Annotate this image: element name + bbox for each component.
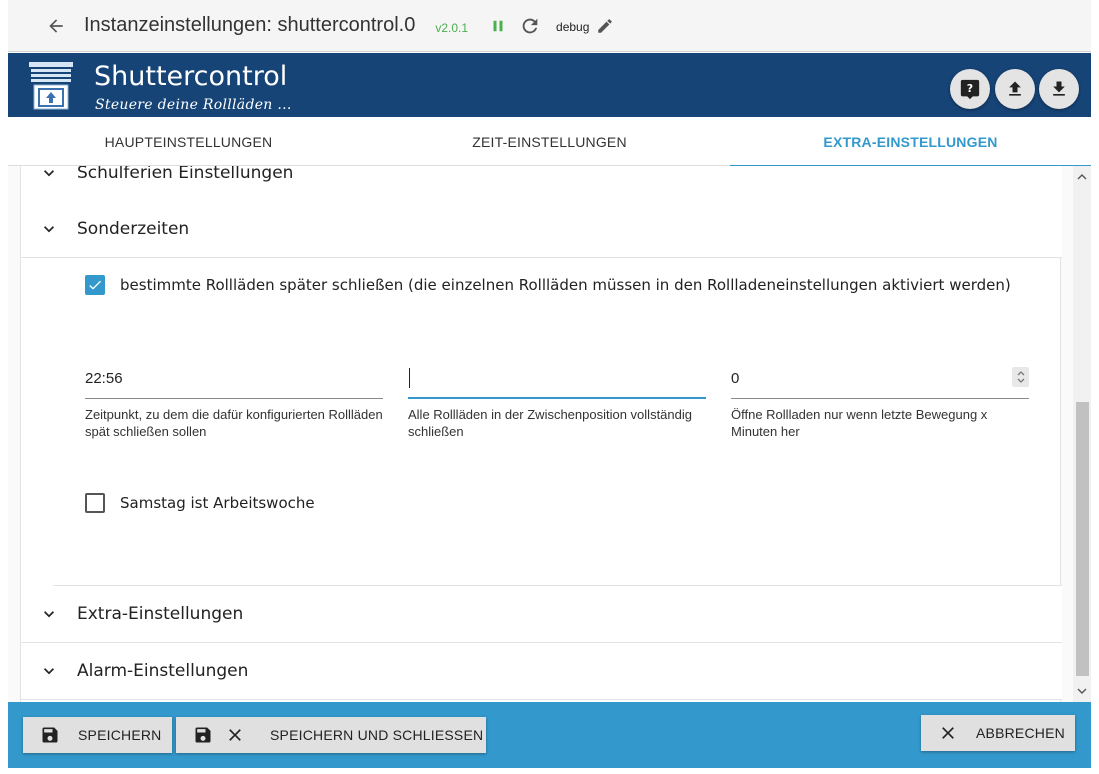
scrollbar-thumb[interactable]	[1076, 402, 1089, 676]
panel-title: Sonderzeiten	[77, 219, 190, 239]
save-and-close-button[interactable]: SPEICHERN UND SCHLIESSEN	[176, 717, 486, 753]
log-level-label: debug	[556, 19, 590, 34]
chevron-down-icon	[37, 166, 61, 185]
close-icon	[937, 722, 959, 744]
settings-content: Schulferien Einstellungen Sonderzeiten b…	[8, 166, 1091, 702]
version-badge: v2.0.1	[435, 20, 469, 35]
panel-title: Schulferien Einstellungen	[77, 166, 294, 183]
panel-alarm-einstellungen[interactable]: Alarm-Einstellungen	[21, 643, 1062, 700]
pause-icon[interactable]	[484, 12, 512, 40]
app-subtitle: Steuere deine Rollläden ...	[95, 97, 292, 113]
action-bar: SPEICHERN SPEICHERN UND SCHLIESSEN ABBRE…	[8, 702, 1091, 768]
checkmark-icon	[89, 280, 101, 290]
late-close-label: bestimmte Rollläden später schließen (di…	[120, 276, 1011, 294]
late-close-time-helper: Zeitpunkt, zu dem die dafür konfiguriert…	[85, 407, 383, 439]
edit-pencil-icon[interactable]	[591, 12, 619, 40]
upload-icon[interactable]	[995, 69, 1035, 109]
save-disk-icon	[192, 724, 214, 746]
text-caret	[409, 368, 410, 388]
content-scrollbar[interactable]	[1073, 166, 1091, 702]
save-and-close-label: SPEICHERN UND SCHLIESSEN	[270, 727, 484, 743]
adapter-header: Shuttercontrol Steuere deine Rollläden .…	[8, 53, 1091, 117]
tab-extra-einstellungen[interactable]: EXTRA-EINSTELLUNGEN	[730, 117, 1091, 167]
panel-sonderzeiten[interactable]: Sonderzeiten	[21, 201, 1062, 258]
scroll-down-icon[interactable]	[1076, 684, 1088, 698]
restart-icon[interactable]	[516, 12, 544, 40]
save-button[interactable]: SPEICHERN	[23, 717, 172, 753]
chevron-down-icon	[37, 659, 61, 683]
late-close-time-field[interactable]: 22:56	[85, 361, 383, 399]
save-disk-icon	[39, 724, 61, 746]
minutes-helper: Öffne Rollladen nur wenn letzte Bewegung…	[731, 407, 988, 439]
panel-schulferien[interactable]: Schulferien Einstellungen	[21, 166, 1062, 202]
settings-tabs: HAUPTEINSTELLUNGEN ZEIT-EINSTELLUNGEN EX…	[8, 117, 1091, 167]
chevron-down-icon	[37, 602, 61, 626]
app-name: Shuttercontrol	[94, 61, 288, 92]
minutes-field[interactable]: 0	[731, 361, 1029, 399]
saturday-workday-label: Samstag ist Arbeitswoche	[120, 494, 315, 512]
download-icon[interactable]	[1039, 69, 1079, 109]
scroll-up-icon[interactable]	[1076, 170, 1088, 184]
tab-haupteinstellungen[interactable]: HAUPTEINSTELLUNGEN	[8, 117, 369, 166]
save-label: SPEICHERN	[78, 727, 162, 743]
shutter-logo-icon	[28, 61, 74, 111]
panel-title: Alarm-Einstellungen	[77, 661, 249, 681]
instance-topbar: Instanzeinstellungen: shuttercontrol.0 v…	[8, 0, 1091, 52]
help-icon[interactable]: ?	[950, 69, 990, 109]
back-arrow-icon[interactable]	[36, 6, 76, 46]
late-close-checkbox[interactable]	[85, 275, 105, 295]
cancel-button[interactable]: ABBRECHEN	[921, 715, 1075, 751]
tab-zeit-einstellungen[interactable]: ZEIT-EINSTELLUNGEN	[369, 117, 730, 166]
close-icon	[224, 724, 246, 746]
svg-text:?: ?	[967, 82, 973, 95]
panel-title: Extra-Einstellungen	[77, 604, 244, 624]
intermediate-close-helper: Alle Rollläden in der Zwischenposition v…	[408, 407, 692, 439]
cancel-label: ABBRECHEN	[976, 725, 1065, 741]
saturday-workday-checkbox[interactable]	[85, 493, 105, 513]
panel-extra-einstellungen[interactable]: Extra-Einstellungen	[21, 586, 1062, 643]
intermediate-close-field[interactable]	[408, 361, 706, 399]
minutes-value: 0	[731, 370, 740, 387]
settings-card: Schulferien Einstellungen Sonderzeiten b…	[20, 166, 1062, 702]
chevron-up-icon	[37, 217, 61, 241]
instance-title: Instanzeinstellungen: shuttercontrol.0	[84, 14, 416, 36]
number-spinner-icon[interactable]	[1012, 367, 1029, 387]
